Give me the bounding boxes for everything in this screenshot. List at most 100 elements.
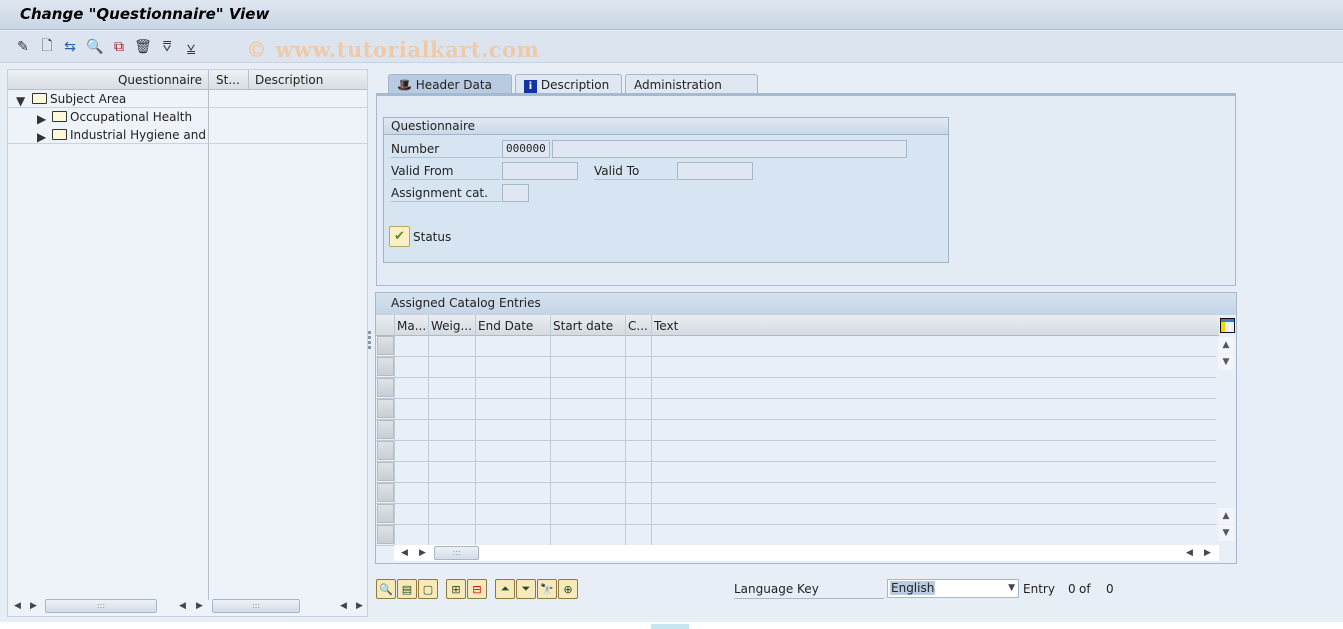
table-row[interactable]: [376, 504, 1216, 525]
language-key-select[interactable]: English ▼: [887, 579, 1019, 598]
scroll-down-icon[interactable]: ▼: [1218, 525, 1234, 541]
col-header[interactable]: C...: [628, 319, 648, 333]
assignment-cat-field[interactable]: [502, 184, 529, 202]
delete-row-icon[interactable]: ⊟: [467, 579, 487, 599]
row-selector[interactable]: [377, 378, 394, 397]
row-selector[interactable]: [377, 504, 394, 523]
details-icon[interactable]: 🔍: [376, 579, 396, 599]
column-divider: [475, 315, 476, 545]
edit-pencil-icon[interactable]: ✎: [14, 38, 32, 56]
row-selector[interactable]: [377, 483, 394, 502]
row-selector[interactable]: [377, 399, 394, 418]
scroll-left-icon[interactable]: ◀: [401, 548, 408, 558]
table-row[interactable]: [376, 357, 1216, 378]
table-row[interactable]: [376, 441, 1216, 462]
column-divider: [550, 315, 551, 545]
scroll-thumb[interactable]: :::: [45, 599, 157, 613]
collapsed-triangle-icon[interactable]: ▶: [37, 130, 46, 144]
delete-trash-icon[interactable]: 🗑: [134, 38, 152, 56]
move-icon[interactable]: ⇆: [61, 38, 79, 56]
scroll-right-icon[interactable]: ▶: [196, 601, 203, 611]
col-divider: [208, 70, 209, 600]
expand-all-icon[interactable]: ⩢: [158, 38, 176, 56]
row-selector[interactable]: [377, 420, 394, 439]
tab-administration-data[interactable]: Administration Data: [625, 74, 758, 106]
display-icon[interactable]: 🔍: [86, 38, 104, 56]
expanded-triangle-icon[interactable]: ▼: [16, 94, 25, 108]
tree-horizontal-scrollbars: ◀ ▶ ::: ◀ ▶ ::: ◀ ▶: [8, 598, 367, 614]
collapse-all-icon[interactable]: ⩣: [182, 38, 200, 56]
status-button[interactable]: ✔: [389, 226, 410, 247]
scroll-right-icon[interactable]: ▶: [1204, 548, 1211, 558]
scroll-right-icon[interactable]: ▶: [356, 601, 363, 611]
row-selector[interactable]: [377, 462, 394, 481]
new-document-icon[interactable]: 🗋: [38, 38, 56, 56]
table-row[interactable]: [376, 420, 1216, 441]
grid-horizontal-scrollbar[interactable]: ◀ ▶ ::: ◀ ▶: [394, 545, 1219, 561]
table-row[interactable]: [376, 399, 1216, 420]
tab-description[interactable]: i Description: [515, 74, 622, 94]
tree-col-questionnaire[interactable]: Questionnaire: [118, 73, 202, 87]
valid-from-field[interactable]: [502, 162, 578, 180]
splitter-handle[interactable]: [368, 331, 372, 351]
collapsed-triangle-icon[interactable]: ▶: [37, 112, 46, 126]
scroll-thumb[interactable]: :::: [434, 546, 479, 560]
tree-col-description[interactable]: Description: [255, 73, 323, 87]
table-row[interactable]: [376, 525, 1216, 546]
tree-node-label[interactable]: Subject Area: [50, 92, 126, 106]
col-header[interactable]: Text: [654, 319, 678, 333]
language-selected-value: English: [890, 581, 936, 595]
scroll-right-icon[interactable]: ▶: [30, 601, 37, 611]
scroll-up-icon[interactable]: ▲: [1218, 508, 1234, 524]
number-description-field[interactable]: [552, 140, 907, 158]
scroll-left-icon[interactable]: ◀: [1186, 548, 1193, 558]
table-row[interactable]: [376, 336, 1216, 357]
select-all-icon[interactable]: ▤: [397, 579, 417, 599]
table-row[interactable]: [376, 462, 1216, 483]
col-header[interactable]: End Date: [478, 319, 533, 333]
tree-node[interactable]: ▼ Subject Area: [8, 90, 367, 108]
col-header[interactable]: Ma...: [397, 319, 426, 333]
column-config-icon[interactable]: [1220, 318, 1235, 333]
questionnaire-tree: Questionnaire St... Description ▼ Subjec…: [7, 69, 368, 617]
language-key-label: Language Key: [734, 581, 884, 599]
table-row[interactable]: [376, 483, 1216, 504]
title-bar: Change "Questionnaire" View: [0, 0, 1343, 30]
copy-icon[interactable]: ⧉: [110, 38, 128, 56]
status-check-icon: ✔: [394, 229, 405, 244]
row-selector[interactable]: [377, 525, 394, 544]
tree-node-label[interactable]: Occupational Health: [70, 110, 192, 124]
tab-header-data[interactable]: 🎩 Header Data: [388, 74, 512, 94]
dropdown-arrow-icon[interactable]: ▼: [1008, 583, 1015, 593]
find-icon[interactable]: 🔭: [537, 579, 557, 599]
find-next-icon[interactable]: ⊕: [558, 579, 578, 599]
tree-node[interactable]: ▶ Industrial Hygiene and Sa: [8, 126, 367, 144]
row-selector[interactable]: [377, 336, 394, 355]
row-selector[interactable]: [377, 441, 394, 460]
table-row[interactable]: [376, 378, 1216, 399]
col-header[interactable]: Start date: [553, 319, 613, 333]
sort-ascending-icon[interactable]: ⏶: [495, 579, 515, 599]
scroll-left-icon[interactable]: ◀: [14, 601, 21, 611]
open-folder-icon: [52, 129, 67, 143]
scroll-left-icon[interactable]: ◀: [340, 601, 347, 611]
number-label: Number: [391, 140, 501, 158]
number-field[interactable]: 000000: [502, 140, 550, 158]
tree-col-status[interactable]: St...: [216, 73, 240, 87]
tree-node[interactable]: ▶ Occupational Health: [8, 108, 367, 126]
deselect-all-icon[interactable]: ▢: [418, 579, 438, 599]
valid-from-label: Valid From: [391, 162, 501, 180]
entry-current: 0: [1068, 582, 1076, 596]
filter-icon[interactable]: ⏷: [516, 579, 536, 599]
col-header[interactable]: Weig...: [431, 319, 472, 333]
scroll-down-icon[interactable]: ▼: [1218, 354, 1234, 370]
scroll-right-icon[interactable]: ▶: [419, 548, 426, 558]
insert-row-icon[interactable]: ⊞: [446, 579, 466, 599]
valid-to-field[interactable]: [677, 162, 753, 180]
status-bar: [0, 622, 1343, 629]
scroll-left-icon[interactable]: ◀: [179, 601, 186, 611]
scroll-up-icon[interactable]: ▲: [1218, 337, 1234, 353]
scroll-thumb[interactable]: :::: [212, 599, 300, 613]
row-selector[interactable]: [377, 357, 394, 376]
tree-node-label[interactable]: Industrial Hygiene and Sa: [70, 128, 208, 142]
